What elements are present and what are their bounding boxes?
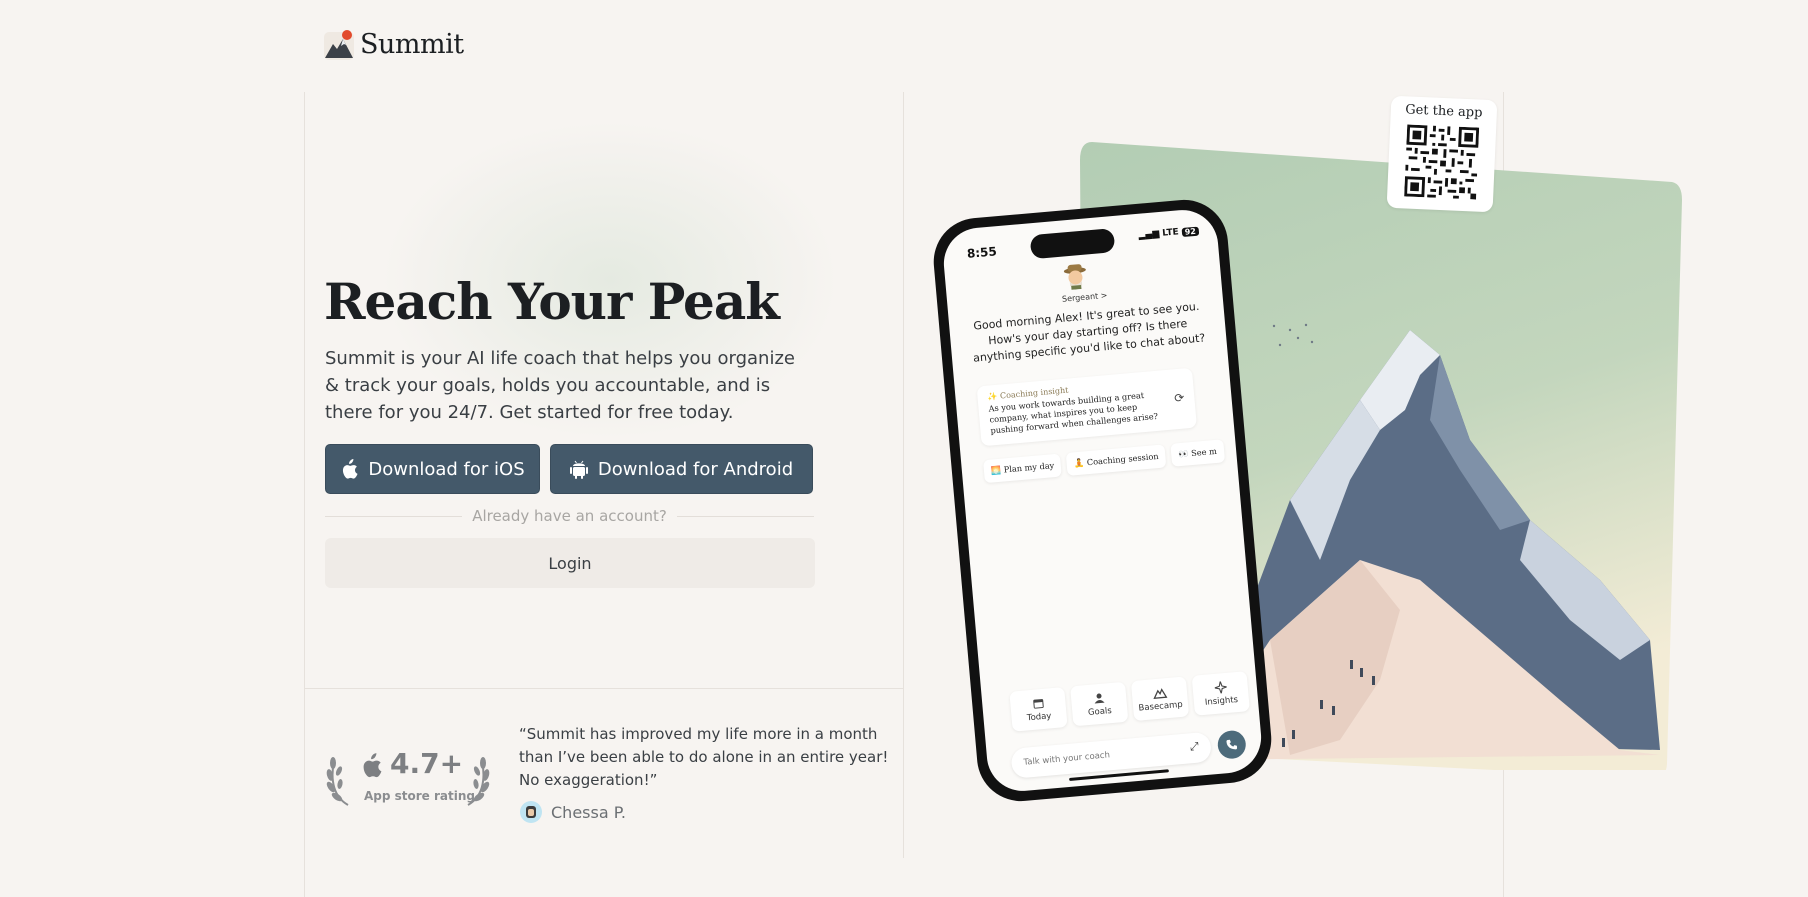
network-label: LTE xyxy=(1161,227,1180,239)
tab-basecamp-label: Basecamp xyxy=(1138,699,1184,714)
qr-code-card[interactable]: Get the app xyxy=(1386,95,1498,213)
qr-label: Get the app xyxy=(1404,102,1483,121)
author-name: Chessa P. xyxy=(551,802,626,822)
testimonial-quote: “Summit has improved my life more in a m… xyxy=(519,725,889,789)
brand-name: Summit xyxy=(360,28,464,60)
laurel-left-icon xyxy=(326,757,349,806)
rating-score: 4.7+ xyxy=(390,747,464,780)
download-android-button[interactable]: Download for Android xyxy=(550,444,813,494)
account-prompt: Already have an account? xyxy=(472,507,667,525)
person-icon xyxy=(1094,693,1105,704)
page-title: Reach Your Peak xyxy=(324,272,780,331)
apple-icon xyxy=(343,458,358,479)
chat-placeholder: Talk with your coach xyxy=(1023,750,1111,768)
battery-level: 92 xyxy=(1181,226,1200,237)
android-icon xyxy=(569,460,588,479)
refresh-icon[interactable]: ⟳ xyxy=(1174,391,1185,406)
coach-avatar-icon xyxy=(1063,264,1086,290)
status-time: 8:55 xyxy=(966,244,998,261)
suggestion-chips: 🌅 Plan my day 🧘 Coaching session 👀 See m xyxy=(983,439,1225,484)
calendar-icon xyxy=(1032,698,1044,709)
tab-insights[interactable]: Insights xyxy=(1191,671,1250,716)
signal-icon: ▂▄▆ xyxy=(1138,229,1160,241)
chip-plan-my-day[interactable]: 🌅 Plan my day xyxy=(983,453,1063,484)
app-store-rating: 4.7+ App store rating xyxy=(326,745,490,807)
chat-input[interactable]: Talk with your coach ⤢ xyxy=(1010,731,1213,779)
coaching-insight-card[interactable]: ✨ Coaching insight As you work towards b… xyxy=(976,367,1197,447)
tab-today[interactable]: Today xyxy=(1009,687,1068,732)
status-indicators: ▂▄▆ LTE 92 xyxy=(1138,226,1200,241)
bottom-tab-bar: Today Goals Basecamp Insights xyxy=(1009,671,1250,732)
divider-line-right xyxy=(676,515,814,517)
brand-logo[interactable]: Summit xyxy=(324,28,464,60)
rating-label: App store rating xyxy=(364,789,475,803)
tab-insights-label: Insights xyxy=(1204,694,1239,708)
author-avatar xyxy=(520,801,542,823)
login-button[interactable]: Login xyxy=(325,538,815,588)
tab-goals[interactable]: Goals xyxy=(1070,681,1129,727)
download-android-label: Download for Android xyxy=(597,458,794,480)
tab-goals-label: Goals xyxy=(1087,705,1113,718)
guide-line-horizontal xyxy=(304,688,904,689)
mountain-icon xyxy=(1152,687,1167,699)
sparkle-icon xyxy=(1213,680,1227,694)
phone-mockup: 8:55 ▂▄▆ LTE 92 Sergeant > Good morning … xyxy=(930,196,1275,805)
apple-icon xyxy=(363,753,382,778)
expand-icon[interactable]: ⤢ xyxy=(1189,740,1199,755)
guide-line-mid xyxy=(903,92,904,858)
chip-see-more[interactable]: 👀 See m xyxy=(1170,439,1225,467)
tab-today-label: Today xyxy=(1026,710,1052,723)
call-button[interactable] xyxy=(1216,729,1247,760)
laurel-right-icon xyxy=(467,757,490,806)
phone-call-icon xyxy=(1226,739,1238,750)
testimonial-author: Chessa P. xyxy=(520,801,626,823)
phone-screen: 8:55 ▂▄▆ LTE 92 Sergeant > Good morning … xyxy=(940,207,1265,794)
hero-subtitle: Summit is your AI life coach that helps … xyxy=(325,348,795,423)
guide-line-left xyxy=(304,92,305,897)
tab-basecamp[interactable]: Basecamp xyxy=(1130,676,1190,722)
chip-coaching-session[interactable]: 🧘 Coaching session xyxy=(1066,444,1167,476)
download-ios-label: Download for iOS xyxy=(368,458,525,480)
mountain-logo-icon xyxy=(324,28,354,60)
dynamic-island xyxy=(1029,228,1116,260)
account-divider: Already have an account? xyxy=(325,505,814,527)
qr-code-icon xyxy=(1404,124,1480,200)
divider-line-left xyxy=(325,515,463,517)
download-ios-button[interactable]: Download for iOS xyxy=(325,444,540,494)
